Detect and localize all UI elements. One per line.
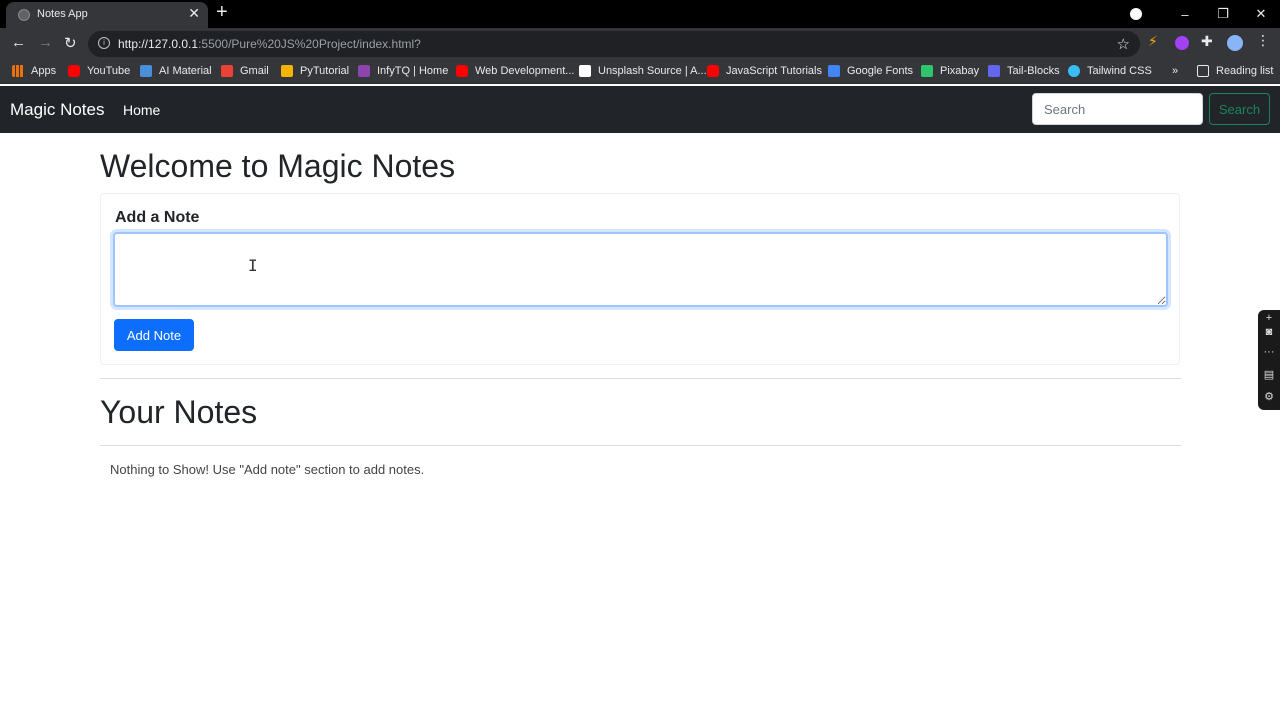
- bookmark-youtube[interactable]: YouTube: [68, 65, 130, 77]
- minimize-button[interactable]: –: [1166, 7, 1204, 22]
- bookmark-star-icon[interactable]: ☆: [1117, 35, 1130, 53]
- reading-list-button[interactable]: Reading list: [1197, 65, 1273, 77]
- gmail-icon: [221, 65, 233, 77]
- empty-notes-message: Nothing to Show! Use "Add note" section …: [110, 462, 425, 477]
- bookmark-infytq[interactable]: InfyTQ | Home: [358, 65, 448, 77]
- puzzle-extensions-icon[interactable]: ✚: [1201, 33, 1215, 49]
- youtube-icon: [456, 65, 468, 77]
- navbar-brand[interactable]: Magic Notes: [10, 100, 104, 120]
- forward-arrow-icon[interactable]: →: [38, 34, 53, 51]
- bookmark-ai-material[interactable]: AI Material: [140, 65, 212, 77]
- gear-icon[interactable]: ⚙: [1262, 390, 1276, 403]
- bookmarks-bar: Apps YouTube AI Material Gmail PyTutoria…: [0, 60, 1280, 84]
- tab-search-icon[interactable]: [1130, 8, 1142, 20]
- extension-icon[interactable]: [1175, 36, 1189, 50]
- windows-logo-icon: [281, 65, 293, 77]
- bookmark-javascript-tutorials[interactable]: JavaScript Tutorials: [707, 65, 822, 77]
- divider: [100, 445, 1181, 446]
- more-dots-icon[interactable]: ···: [1262, 346, 1276, 358]
- bookmark-web-development[interactable]: Web Development...: [456, 65, 574, 77]
- unsplash-icon: [579, 65, 591, 77]
- google-fonts-icon: [828, 65, 840, 77]
- bookmark-pixabay[interactable]: Pixabay: [921, 65, 979, 77]
- tail-blocks-icon: [988, 65, 1000, 77]
- screen-capture-widget: + ◙ ··· ▤ ⚙: [1258, 310, 1280, 410]
- note-textarea[interactable]: [113, 232, 1168, 307]
- apps-grid-icon: [12, 65, 24, 77]
- camera-icon[interactable]: ◙: [1262, 326, 1276, 338]
- divider: [100, 378, 1181, 379]
- site-info-icon[interactable]: i: [98, 37, 110, 49]
- infytq-icon: [358, 65, 370, 77]
- bookmark-tail-blocks[interactable]: Tail-Blocks: [988, 65, 1060, 77]
- new-tab-button[interactable]: +: [216, 1, 228, 24]
- address-bar[interactable]: i http://127.0.0.1:5500/Pure%20JS%20Proj…: [88, 31, 1140, 57]
- search-button[interactable]: Search: [1209, 93, 1270, 125]
- pixabay-icon: [921, 65, 933, 77]
- bookmark-tailwind-css[interactable]: Tailwind CSS: [1068, 65, 1152, 77]
- bookmark-pytutorial[interactable]: PyTutorial: [281, 65, 349, 77]
- site-navbar: Magic Notes Home Search: [0, 86, 1280, 133]
- youtube-icon: [707, 65, 719, 77]
- gallery-icon[interactable]: ▤: [1262, 368, 1276, 381]
- add-note-card: Add a Note Add Note: [100, 193, 1180, 365]
- menu-kebab-icon[interactable]: ⋮: [1256, 32, 1270, 48]
- tailwind-icon: [1068, 65, 1080, 77]
- bookmark-unsplash[interactable]: Unsplash Source | A...: [579, 65, 707, 77]
- browser-tabstrip: Notes App ✕ + – ❐ ✕: [0, 0, 1280, 28]
- document-icon: [140, 65, 152, 77]
- close-tab-icon[interactable]: ✕: [188, 5, 200, 22]
- add-note-title: Add a Note: [115, 209, 200, 226]
- lightning-extension-icon[interactable]: ⚡: [1148, 33, 1162, 49]
- bookmark-google-fonts[interactable]: Google Fonts: [828, 65, 913, 77]
- close-window-button[interactable]: ✕: [1242, 6, 1280, 22]
- bookmark-apps[interactable]: Apps: [12, 65, 56, 77]
- globe-icon: [18, 9, 30, 21]
- reload-icon[interactable]: ↻: [64, 34, 77, 52]
- youtube-icon: [68, 65, 80, 77]
- search-input[interactable]: [1032, 93, 1203, 125]
- browser-tab[interactable]: Notes App ✕: [6, 2, 208, 28]
- restore-button[interactable]: ❐: [1204, 6, 1242, 22]
- page-title: Welcome to Magic Notes: [100, 148, 456, 184]
- browser-toolbar: ← → ↻ i http://127.0.0.1:5500/Pure%20JS%…: [0, 28, 1280, 60]
- bookmarks-overflow-button[interactable]: »: [1172, 65, 1178, 77]
- plus-icon[interactable]: +: [1262, 312, 1276, 324]
- back-arrow-icon[interactable]: ←: [11, 34, 26, 51]
- url-text: http://127.0.0.1:5500/Pure%20JS%20Projec…: [118, 37, 421, 51]
- reading-list-icon: [1197, 65, 1209, 77]
- profile-avatar[interactable]: [1227, 35, 1243, 51]
- add-note-button[interactable]: Add Note: [114, 319, 194, 351]
- bookmark-gmail[interactable]: Gmail: [221, 65, 269, 77]
- tab-title: Notes App: [37, 8, 88, 20]
- text-cursor-icon: I: [248, 256, 258, 275]
- your-notes-heading: Your Notes: [100, 394, 258, 430]
- nav-link-home[interactable]: Home: [123, 102, 160, 118]
